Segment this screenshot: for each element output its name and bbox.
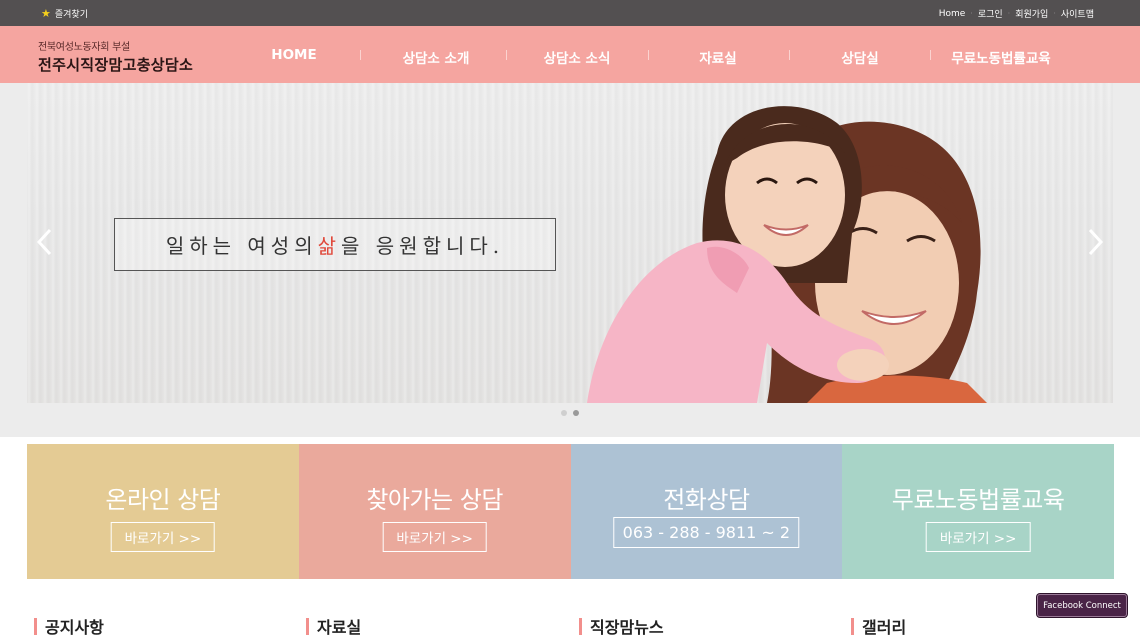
top-utility-bar: ★ 즐겨찾기 Home · 로그인 · 회원가입 · 사이트맵 bbox=[0, 0, 1140, 26]
chevron-left-icon[interactable] bbox=[35, 227, 53, 257]
phone-number-box[interactable]: 063 - 288 - 9811 ~ 2 bbox=[613, 517, 800, 548]
tile-visiting-counseling[interactable]: 찾아가는 상담 바로가기 >> bbox=[298, 444, 571, 579]
content-sections: 공지사항 자료실 직장맘뉴스 갤러리 bbox=[34, 614, 1114, 638]
slider-pagination bbox=[561, 410, 579, 416]
section-title: 직장맘뉴스 bbox=[590, 618, 664, 637]
logo-subtitle: 전북여성노동자회 부설 bbox=[38, 42, 130, 53]
tile-phone-counseling[interactable]: 전화상담 063 - 288 - 9811 ~ 2 bbox=[570, 444, 843, 579]
separator-dot: · bbox=[970, 9, 973, 18]
section-title: 공지사항 bbox=[45, 618, 104, 637]
section-gallery[interactable]: 갤러리 bbox=[851, 614, 906, 638]
home-link[interactable]: Home bbox=[939, 9, 966, 19]
favorite-label: 즐겨찾기 bbox=[54, 10, 88, 20]
logo-title: 전주시직장맘고충상담소 bbox=[38, 56, 194, 74]
section-news[interactable]: 직장맘뉴스 bbox=[579, 614, 664, 638]
nav-item-legal-education[interactable]: 무료노동법률교육 bbox=[951, 47, 1050, 67]
site-header: 전북여성노동자회 부설 전주시직장맘고충상담소 HOME 상담소 소개 상담소 … bbox=[0, 26, 1140, 83]
nav-divider bbox=[930, 50, 931, 60]
slogan-text-after: 을 응원합니다. bbox=[341, 234, 505, 258]
slider-dot-active[interactable] bbox=[573, 410, 579, 416]
sitemap-link[interactable]: 사이트맵 bbox=[1061, 7, 1094, 20]
section-bar bbox=[851, 617, 854, 635]
tile-title: 온라인 상담 bbox=[105, 486, 221, 514]
hero-slogan: 일하는 여성의 삶을 응원합니다. bbox=[114, 218, 556, 271]
tile-title: 무료노동법률교육 bbox=[891, 486, 1065, 514]
section-resources[interactable]: 자료실 bbox=[306, 614, 361, 638]
tile-legal-education[interactable]: 무료노동법률교육 바로가기 >> bbox=[842, 444, 1114, 579]
nav-divider bbox=[648, 50, 649, 60]
nav-item-home[interactable]: HOME bbox=[271, 47, 316, 63]
section-title: 자료실 bbox=[317, 618, 362, 637]
slider-dot[interactable] bbox=[561, 410, 567, 416]
tile-online-counseling[interactable]: 온라인 상담 바로가기 >> bbox=[27, 444, 299, 579]
site-logo[interactable]: 전북여성노동자회 부설 전주시직장맘고충상담소 bbox=[38, 38, 193, 75]
tile-title: 전화상담 bbox=[663, 486, 750, 514]
facebook-connect-button[interactable]: Facebook Connect bbox=[1037, 594, 1127, 617]
separator-dot: · bbox=[1053, 9, 1056, 18]
nav-item-counseling[interactable]: 상담실 bbox=[841, 47, 878, 67]
nav-item-about[interactable]: 상담소 소개 bbox=[403, 47, 470, 67]
tile-title: 찾아가는 상담 bbox=[366, 486, 503, 514]
slogan-text-accent: 삶 bbox=[317, 234, 342, 258]
nav-divider bbox=[506, 50, 507, 60]
star-icon: ★ bbox=[41, 7, 51, 20]
utility-links: Home · 로그인 · 회원가입 · 사이트맵 bbox=[939, 7, 1094, 21]
service-tiles: 온라인 상담 바로가기 >> 찾아가는 상담 바로가기 >> 전화상담 063 … bbox=[27, 444, 1114, 579]
nav-item-news[interactable]: 상담소 소식 bbox=[544, 47, 611, 67]
favorite-link[interactable]: ★ 즐겨찾기 bbox=[41, 7, 88, 20]
chevron-right-icon[interactable] bbox=[1087, 227, 1105, 257]
section-title: 갤러리 bbox=[862, 618, 907, 637]
tile-go-button[interactable]: 바로가기 >> bbox=[110, 522, 216, 552]
hero-photo-mother-daughter bbox=[587, 106, 987, 403]
signup-link[interactable]: 회원가입 bbox=[1015, 7, 1048, 20]
section-bar bbox=[579, 617, 582, 635]
nav-item-resources[interactable]: 자료실 bbox=[699, 47, 736, 67]
nav-divider bbox=[360, 50, 361, 60]
nav-divider bbox=[789, 50, 790, 60]
section-notice[interactable]: 공지사항 bbox=[34, 614, 104, 638]
main-nav: HOME 상담소 소개 상담소 소식 자료실 상담실 무료노동법률교육 bbox=[224, 26, 1124, 83]
slogan-text-before: 일하는 여성의 bbox=[165, 234, 318, 258]
separator-dot: · bbox=[1007, 9, 1011, 18]
section-bar bbox=[34, 617, 37, 635]
tile-go-button[interactable]: 바로가기 >> bbox=[382, 522, 487, 552]
hero-slider: 일하는 여성의 삶을 응원합니다. bbox=[27, 83, 1113, 403]
login-link[interactable]: 로그인 bbox=[978, 7, 1003, 20]
section-bar bbox=[306, 617, 309, 635]
tile-go-button[interactable]: 바로가기 >> bbox=[925, 522, 1031, 552]
